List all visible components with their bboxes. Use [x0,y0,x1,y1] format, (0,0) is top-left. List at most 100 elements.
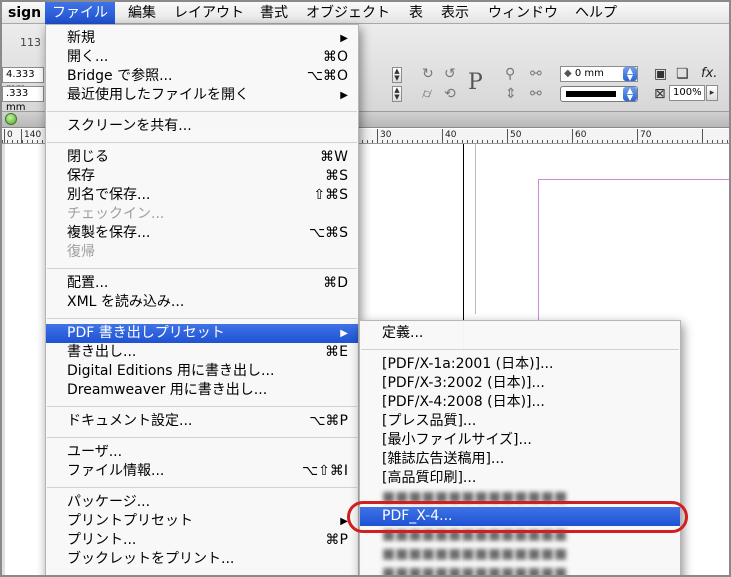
menu-item-1[interactable]: 開く... ⌘O [46,48,358,67]
menu-item-label: ■■■■■■■■■■■■■■ [382,546,568,562]
menu-item-label: ドキュメント設定... [67,413,193,429]
ruler-major-tick [637,129,638,143]
menu-separator [46,431,358,443]
menu-item-6[interactable]: [最小ファイルサイズ]... [360,431,680,450]
menu-item-label: 復帰 [67,244,95,260]
menu-item-pdf-x-4[interactable]: PDF_X-4... [360,507,680,526]
menu-item-dreamweaver[interactable]: Dreamweaver 用に書き出し... [46,381,358,400]
menu-item-blurred[interactable]: ■■■■■■■■■■■■■■ [360,526,680,545]
menu-item-label: [高品質印刷]... [382,470,477,486]
menu-item-blurred[interactable]: ■■■■■■■■■■■■■■ [360,488,680,507]
menu-item-label: チェックイン... [67,206,165,222]
menu-item-5[interactable]: [プレス品質]... [360,412,680,431]
menu-layout[interactable]: レイアウト [167,2,251,24]
menu-separator [46,262,358,274]
shear-icon[interactable]: ⌭ [422,86,432,102]
ruler-major-tick [442,129,443,143]
menu-item-30[interactable]: ブックレットをプリント... [46,550,358,569]
menu-item-label: ■■■■■■■■■■■■■■ [382,527,568,543]
menu-item-7[interactable]: 閉じる ⌘W [46,148,358,167]
menu-item-0[interactable]: 新規 ▶ [46,29,358,48]
select-next-icon[interactable]: ⚯ [530,86,542,102]
frame-fit-icon[interactable]: ▣ [654,66,667,82]
menu-item-8[interactable]: [高品質印刷]... [360,469,680,488]
menu-item-pdf-x-3-2002[interactable]: [PDF/X-3:2002 (日本)]... [360,374,680,393]
submenu-arrow-icon: ▶ [340,33,348,44]
menu-help[interactable]: ヘルプ [568,2,624,24]
menubar: sign ファイル 編集 レイアウト 書式 オブジェクト 表 表示 ウィンドウ … [2,2,729,24]
menu-item-label: 複製を保存... [67,225,151,241]
screenshot-frame: 113 4.333 mm .333 mm ▲▼ ▲▼ ↻ ↺ ⌭ ⟲ P ⚲ ⚯… [0,0,731,577]
zoom-indicator-icon[interactable] [5,113,17,125]
menu-item-3[interactable]: 最近使用したファイルを開く ▶ [46,86,358,105]
drop-shadow-icon[interactable]: ❏ [676,66,689,82]
opacity-arrow-icon[interactable]: ▸ [706,85,718,101]
menu-item-shortcut: ⌥⌘P [309,413,348,429]
stroke-weight-dropdown-icon[interactable]: ▲ ▼ [623,67,637,82]
menu-item-label: 配置... [67,275,109,291]
menu-item-shortcut: ⌘W [320,149,348,165]
fx-icon[interactable]: fx. [701,66,717,81]
menu-edit[interactable]: 編集 [121,2,163,24]
menu-item-8[interactable]: 保存 ⌘S [46,167,358,186]
menu-item-pdf-x-4-2008[interactable]: [PDF/X-4:2008 (日本)]... [360,393,680,412]
submenu-arrow-icon: ▶ [340,516,348,527]
menu-item-shortcut: ⌥⌘S [308,225,348,241]
menu-item-label: PDF_X-4... [382,508,453,524]
menu-item-22[interactable]: ドキュメント設定... ⌥⌘P [46,412,358,431]
menu-window[interactable]: ウィンドウ [481,2,565,24]
stroke-type-swatch [566,91,616,97]
ruler-label: 40 [445,130,457,140]
rotate-ccw-icon[interactable]: ↺ [444,66,456,82]
margin-guide [475,144,476,314]
menu-item-0[interactable]: 定義... [360,324,680,343]
p-reference-icon[interactable]: P [468,70,483,95]
menu-item-9[interactable]: 別名で保存... ⇧⌘S [46,186,358,205]
menu-item-29[interactable]: プリント... ⌘P [46,531,358,550]
rotate-icon[interactable]: ↻ [422,66,434,82]
menu-file[interactable]: ファイル [45,2,115,24]
menu-item-24[interactable]: ユーザ... [46,443,358,462]
menu-item-label: 保存 [67,168,95,184]
menu-view[interactable]: 表示 [434,2,476,24]
menu-item-5[interactable]: スクリーンを共有... [46,117,358,136]
menu-object[interactable]: オブジェクト [299,2,397,24]
x-position-field[interactable]: 4.333 mm [2,67,44,94]
menu-item-11[interactable]: 複製を保存... ⌥⌘S [46,224,358,243]
menu-item-label: [PDF/X-3:2002 (日本)]... [382,375,545,391]
menu-item-pdf[interactable]: PDF 書き出しプリセット ▶ [46,324,358,343]
app-menu[interactable]: sign [2,2,48,24]
select-container-icon[interactable]: ⚲ [505,66,515,82]
menu-table[interactable]: 表 [402,2,430,24]
y-position-field[interactable]: .333 mm [2,86,44,113]
menu-item-bridge[interactable]: Bridge で参照... ⌥⌘O [46,67,358,86]
menu-item-digital-editions[interactable]: Digital Editions 用に書き出し... [46,362,358,381]
menu-item-28[interactable]: プリントプリセット ▶ [46,512,358,531]
menu-item-shortcut: ⌥⇧⌘I [302,463,348,479]
menu-item-27[interactable]: パッケージ... [46,493,358,512]
opacity-field[interactable]: 100% [669,85,705,101]
opacity-icon: ⊠ [654,86,666,102]
menu-item-shortcut: ⌘D [323,275,348,291]
menu-item-18[interactable]: 書き出し... ⌘E [46,343,358,362]
select-content-icon[interactable]: ⚯ [530,66,542,82]
menu-item-pdf-x-1a-2001[interactable]: [PDF/X-1a:2001 (日本)]... [360,355,680,374]
menu-item-label: [PDF/X-1a:2001 (日本)]... [382,356,554,372]
menu-item-label: ■■■■■■■■■■■■■■ [382,489,568,505]
menu-separator [360,343,680,355]
w-stepper[interactable]: ▲ ▼ [392,67,402,83]
select-prev-icon[interactable]: ⇕ [505,86,517,102]
menu-item-label: [PDF/X-4:2008 (日本)]... [382,394,545,410]
menu-item-7[interactable]: [雑誌広告送稿用]... [360,450,680,469]
menu-item-label: プリントプリセット [67,513,193,529]
menu-type[interactable]: 書式 [253,2,295,24]
stroke-type-dropdown-icon[interactable]: ▲ ▼ [623,87,637,102]
menu-item-shortcut: ⇧⌘S [313,187,348,203]
menu-item-blurred[interactable]: ■■■■■■■■■■■■■■ [360,545,680,564]
flip-icon[interactable]: ⟲ [444,86,456,102]
menu-item-25[interactable]: ファイル情報... ⌥⇧⌘I [46,462,358,481]
menu-item-14[interactable]: 配置... ⌘D [46,274,358,293]
h-stepper[interactable]: ▲ ▼ [392,86,402,102]
menu-item-blurred[interactable]: ■■■■■■■■■■■■■■ [360,564,680,575]
menu-item-xml[interactable]: XML を読み込み... [46,293,358,312]
